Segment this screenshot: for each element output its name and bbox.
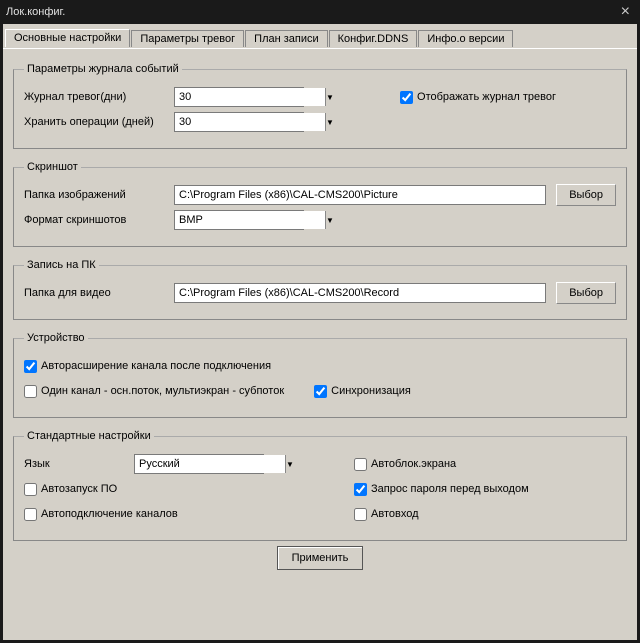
autoblock-input[interactable] xyxy=(354,458,367,471)
screenshot-format-combo[interactable]: ▼ xyxy=(174,210,304,230)
group-eventlog-legend: Параметры журнала событий xyxy=(24,63,182,75)
chevron-down-icon[interactable]: ▼ xyxy=(285,455,294,473)
chevron-down-icon[interactable]: ▼ xyxy=(325,211,334,229)
tab-alarm[interactable]: Параметры тревог xyxy=(131,30,244,47)
window: Лок.конфиг. × Основные настройки Парамет… xyxy=(0,0,640,643)
image-folder-choose-button[interactable]: Выбор xyxy=(556,184,616,206)
tab-record-plan[interactable]: План записи xyxy=(245,30,327,47)
autoexpand-checkbox[interactable]: Авторасширение канала после подключения xyxy=(24,360,271,373)
tab-basic[interactable]: Основные настройки xyxy=(5,29,130,47)
show-alarm-log-checkbox[interactable]: Отображать журнал тревог xyxy=(400,91,556,104)
window-title: Лок.конфиг. xyxy=(6,6,65,18)
tab-version[interactable]: Инфо.о версии xyxy=(418,30,513,47)
show-alarm-log-label: Отображать журнал тревог xyxy=(417,91,556,103)
language-label: Язык xyxy=(24,458,134,470)
askpass-input[interactable] xyxy=(354,483,367,496)
client-area: Основные настройки Параметры тревог План… xyxy=(3,24,637,640)
onechannel-input[interactable] xyxy=(24,385,37,398)
video-folder-input[interactable] xyxy=(174,283,546,303)
group-record: Запись на ПК Папка для видео Выбор xyxy=(13,259,627,320)
sync-label: Синхронизация xyxy=(331,385,411,397)
group-device-legend: Устройство xyxy=(24,332,88,344)
onechannel-label: Один канал - осн.поток, мультиэкран - су… xyxy=(41,385,284,397)
image-folder-label: Папка изображений xyxy=(24,189,174,201)
group-standard-legend: Стандартные настройки xyxy=(24,430,154,442)
autoconnect-input[interactable] xyxy=(24,508,37,521)
autologin-label: Автовход xyxy=(371,508,419,520)
group-screenshot-legend: Скриншот xyxy=(24,161,81,173)
screenshot-format-label: Формат скриншотов xyxy=(24,214,174,226)
chevron-down-icon[interactable]: ▼ xyxy=(325,88,334,106)
group-standard: Стандартные настройки Язык ▼ Автоблок.эк… xyxy=(13,430,627,541)
tab-panel-basic: Параметры журнала событий Журнал тревог(… xyxy=(3,48,637,640)
autorun-checkbox[interactable]: Автозапуск ПО xyxy=(24,483,354,496)
op-days-combo[interactable]: ▼ xyxy=(174,112,304,132)
chevron-down-icon[interactable]: ▼ xyxy=(325,113,334,131)
onechannel-checkbox[interactable]: Один канал - осн.поток, мультиэкран - су… xyxy=(24,385,284,398)
language-input[interactable] xyxy=(135,455,285,473)
autologin-input[interactable] xyxy=(354,508,367,521)
autoblock-checkbox[interactable]: Автоблок.экрана xyxy=(354,458,456,471)
autoconnect-checkbox[interactable]: Автоподключение каналов xyxy=(24,508,354,521)
video-folder-choose-button[interactable]: Выбор xyxy=(556,282,616,304)
alarm-days-combo[interactable]: ▼ xyxy=(174,87,304,107)
op-days-label: Хранить операции (дней) xyxy=(24,116,174,128)
tabstrip: Основные настройки Параметры тревог План… xyxy=(3,24,637,46)
autoconnect-label: Автоподключение каналов xyxy=(41,508,178,520)
apply-button[interactable]: Применить xyxy=(277,546,364,570)
group-screenshot: Скриншот Папка изображений Выбор Формат … xyxy=(13,161,627,247)
autoexpand-label: Авторасширение канала после подключения xyxy=(41,360,271,372)
alarm-days-label: Журнал тревог(дни) xyxy=(24,91,174,103)
image-folder-input[interactable] xyxy=(174,185,546,205)
show-alarm-log-input[interactable] xyxy=(400,91,413,104)
askpass-label: Запрос пароля перед выходом xyxy=(371,483,529,495)
language-combo[interactable]: ▼ xyxy=(134,454,264,474)
sync-input[interactable] xyxy=(314,385,327,398)
close-icon[interactable]: × xyxy=(617,3,634,21)
autoblock-label: Автоблок.экрана xyxy=(371,458,456,470)
group-record-legend: Запись на ПК xyxy=(24,259,99,271)
autologin-checkbox[interactable]: Автовход xyxy=(354,508,419,521)
titlebar: Лок.конфиг. × xyxy=(0,0,640,24)
alarm-days-input[interactable] xyxy=(175,88,325,106)
autoexpand-input[interactable] xyxy=(24,360,37,373)
autorun-input[interactable] xyxy=(24,483,37,496)
group-device: Устройство Авторасширение канала после п… xyxy=(13,332,627,418)
sync-checkbox[interactable]: Синхронизация xyxy=(314,385,411,398)
video-folder-label: Папка для видео xyxy=(24,287,174,299)
tab-ddns[interactable]: Конфиг.DDNS xyxy=(329,30,418,47)
screenshot-format-input[interactable] xyxy=(175,211,325,229)
autorun-label: Автозапуск ПО xyxy=(41,483,117,495)
op-days-input[interactable] xyxy=(175,113,325,131)
askpass-checkbox[interactable]: Запрос пароля перед выходом xyxy=(354,483,529,496)
group-eventlog: Параметры журнала событий Журнал тревог(… xyxy=(13,63,627,149)
